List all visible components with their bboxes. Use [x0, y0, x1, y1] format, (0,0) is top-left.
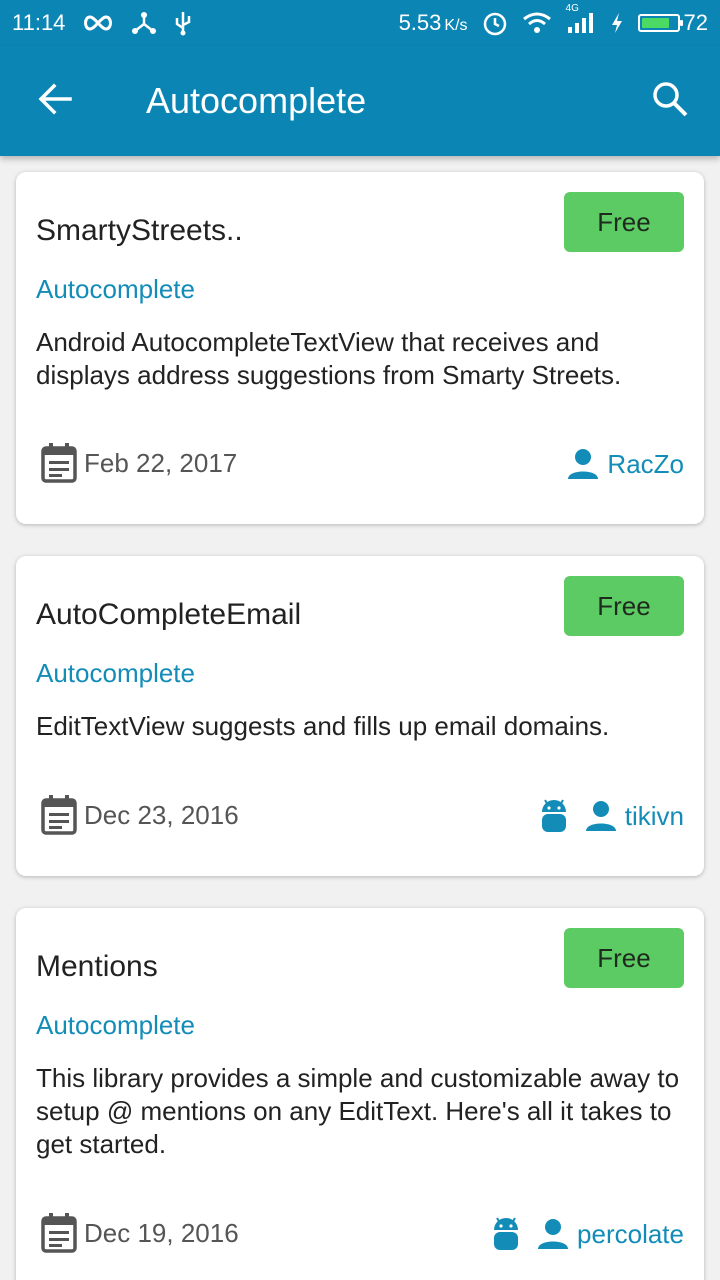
library-card[interactable]: Mentions Free Autocomplete This library … [16, 908, 704, 1280]
library-date-text: Dec 19, 2016 [84, 1217, 239, 1248]
library-description: This library provides a simple and custo… [36, 1063, 680, 1159]
alarm-icon [482, 10, 508, 36]
library-list: SmartyStreets.. Free Autocomplete Androi… [0, 156, 720, 1280]
price-badge: Free [564, 928, 684, 988]
cellular-signal-icon: 4G [566, 3, 596, 35]
search-icon [651, 80, 689, 123]
network-type: 4G [565, 3, 579, 14]
library-name: Mentions [36, 950, 158, 983]
library-date: Dec 23, 2016 [40, 794, 239, 836]
back-button[interactable] [0, 46, 112, 156]
infinity-icon [81, 13, 115, 33]
wifi-icon [522, 11, 552, 35]
library-date-text: Feb 22, 2017 [84, 447, 238, 478]
library-author[interactable]: tikivn [539, 798, 684, 834]
library-category[interactable]: Autocomplete [36, 658, 195, 689]
android-icon [491, 1216, 521, 1252]
library-author-name: RacZo [607, 448, 684, 479]
share-network-icon [131, 11, 157, 35]
library-category[interactable]: Autocomplete [36, 274, 195, 305]
library-description: Android AutocompleteTextView that receiv… [36, 327, 622, 390]
library-card[interactable]: AutoCompleteEmail Free Autocomplete Edit… [16, 556, 704, 876]
search-button[interactable] [620, 46, 720, 156]
status-time: 11:14 [12, 10, 66, 35]
network-speed-unit: K/s [444, 17, 468, 34]
library-category[interactable]: Autocomplete [36, 1010, 195, 1041]
library-author-name: percolate [577, 1218, 684, 1249]
person-icon [585, 800, 617, 832]
calendar-icon [40, 794, 78, 836]
library-author[interactable]: percolate [491, 1216, 684, 1252]
calendar-icon [40, 1212, 78, 1254]
charging-icon [610, 12, 624, 34]
price-badge: Free [564, 576, 684, 636]
person-icon [567, 448, 599, 480]
page-title: Autocomplete [146, 80, 367, 121]
library-card[interactable]: SmartyStreets.. Free Autocomplete Androi… [16, 172, 704, 524]
person-icon [537, 1218, 569, 1250]
library-author[interactable]: RacZo [567, 448, 684, 480]
library-name: SmartyStreets.. [36, 214, 243, 247]
library-name: AutoCompleteEmail [36, 598, 302, 631]
library-author-name: tikivn [624, 800, 684, 831]
calendar-icon [40, 442, 78, 484]
app-bar: Autocomplete [0, 46, 720, 156]
library-date: Dec 19, 2016 [40, 1212, 239, 1254]
battery-icon [637, 14, 683, 32]
usb-icon [173, 10, 193, 36]
library-description: EditTextView suggests and fills up email… [36, 711, 610, 741]
library-date-text: Dec 23, 2016 [84, 799, 239, 830]
network-speed-value: 5.53 [398, 10, 442, 35]
android-icon [539, 798, 569, 834]
library-date: Feb 22, 2017 [40, 442, 237, 484]
price-badge: Free [564, 192, 684, 252]
status-bar: 11:14 5.53 K/s 4G 72 [0, 0, 720, 46]
arrow-left-icon [38, 81, 74, 122]
battery-level: 72 [683, 10, 708, 35]
network-speed: 5.53 K/s [399, 10, 468, 36]
